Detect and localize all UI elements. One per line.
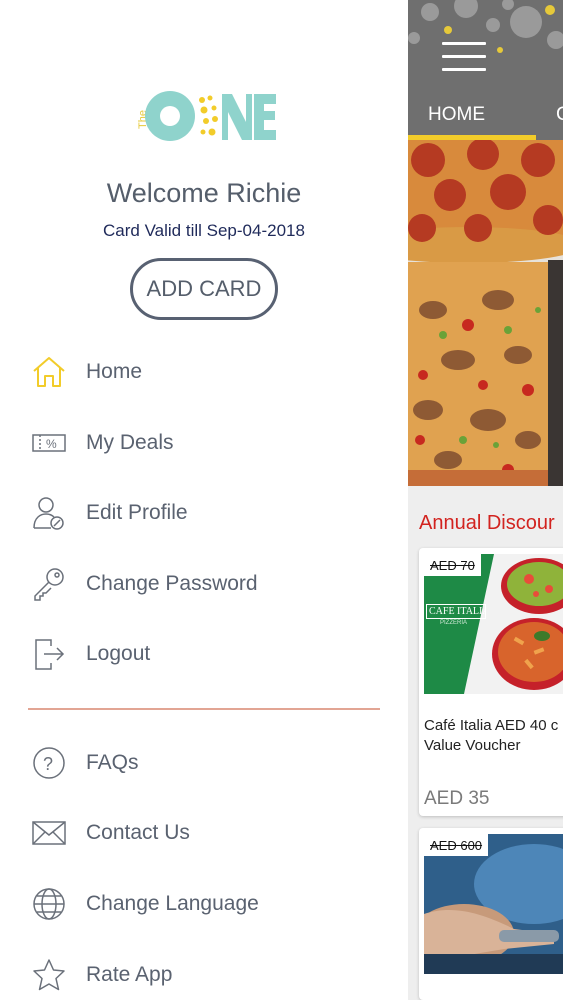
cafe-italia-logo-subtext: PIZZERIA xyxy=(440,620,468,626)
menu-item-label: Contact Us xyxy=(86,821,190,844)
menu-item-label: Logout xyxy=(86,642,151,665)
tab-home[interactable]: HOME xyxy=(428,104,485,126)
old-price: AED 600 xyxy=(424,834,489,856)
menu-item-label: Change Password xyxy=(86,572,258,595)
key-icon xyxy=(30,565,68,603)
menu-item-home[interactable]: Home xyxy=(0,347,408,397)
deal-card[interactable]: AED 600 xyxy=(419,828,563,1000)
menu-divider xyxy=(28,708,380,710)
deal-price: AED 35 xyxy=(424,788,490,809)
edit-profile-icon xyxy=(30,494,68,532)
deal-card[interactable]: CAFE ITALIA PIZZERIA AED 70 Café Italia … xyxy=(419,548,563,816)
envelope-icon xyxy=(30,814,68,852)
svg-text:?: ? xyxy=(43,754,53,774)
star-icon xyxy=(30,956,68,994)
menu-item-label: Rate App xyxy=(86,963,173,986)
deal-title: Café Italia AED 40 c Value Voucher xyxy=(424,716,563,756)
globe-icon xyxy=(30,885,68,923)
menu-item-label: Home xyxy=(86,360,143,383)
add-card-button[interactable]: ADD CARD xyxy=(130,258,278,320)
svg-text:%: % xyxy=(46,437,57,451)
menu-item-logout[interactable]: Logout xyxy=(0,629,408,679)
menu-item-faqs[interactable]: ? FAQs xyxy=(0,738,408,788)
hamburger-menu-icon[interactable] xyxy=(442,42,486,72)
menu-item-change-password[interactable]: Change Password xyxy=(0,559,408,609)
menu-item-rate-app[interactable]: Rate App xyxy=(0,950,408,1000)
deal-title-line: Value Voucher xyxy=(424,737,521,754)
cafe-italia-logo-text: CAFE ITALIA xyxy=(426,604,486,619)
app-top-bar: HOME C xyxy=(408,0,563,140)
home-icon xyxy=(30,353,68,391)
menu-item-label: Edit Profile xyxy=(86,501,188,524)
card-validity-text: Card Valid till Sep-04-2018 xyxy=(103,221,305,240)
question-icon: ? xyxy=(30,744,68,782)
menu-item-label: My Deals xyxy=(86,431,174,454)
menu-item-edit-profile[interactable]: Edit Profile xyxy=(0,488,408,538)
navigation-drawer: The Welcome Richie Card Valid till Sep-0… xyxy=(0,0,408,1000)
menu-item-label: Change Language xyxy=(86,892,259,915)
deal-title-line: Café Italia AED 40 c xyxy=(424,717,559,734)
main-screen-partial: HOME C Annual Discour CAFE ITALIA PIZZER… xyxy=(408,0,563,1000)
old-price: AED 70 xyxy=(424,554,481,576)
hero-banner-image[interactable] xyxy=(408,140,563,486)
deals-ticket-icon: % xyxy=(30,424,68,462)
section-title: Annual Discour xyxy=(419,512,555,534)
menu-item-contact-us[interactable]: Contact Us xyxy=(0,808,408,858)
menu-item-label: FAQs xyxy=(86,751,139,774)
menu-item-my-deals[interactable]: % My Deals xyxy=(0,418,408,468)
tab-next[interactable]: C xyxy=(556,104,563,126)
welcome-text: Welcome Richie xyxy=(106,178,302,208)
logout-icon xyxy=(30,635,68,673)
menu-item-change-language[interactable]: Change Language xyxy=(0,879,408,929)
app-logo: The xyxy=(130,88,280,144)
